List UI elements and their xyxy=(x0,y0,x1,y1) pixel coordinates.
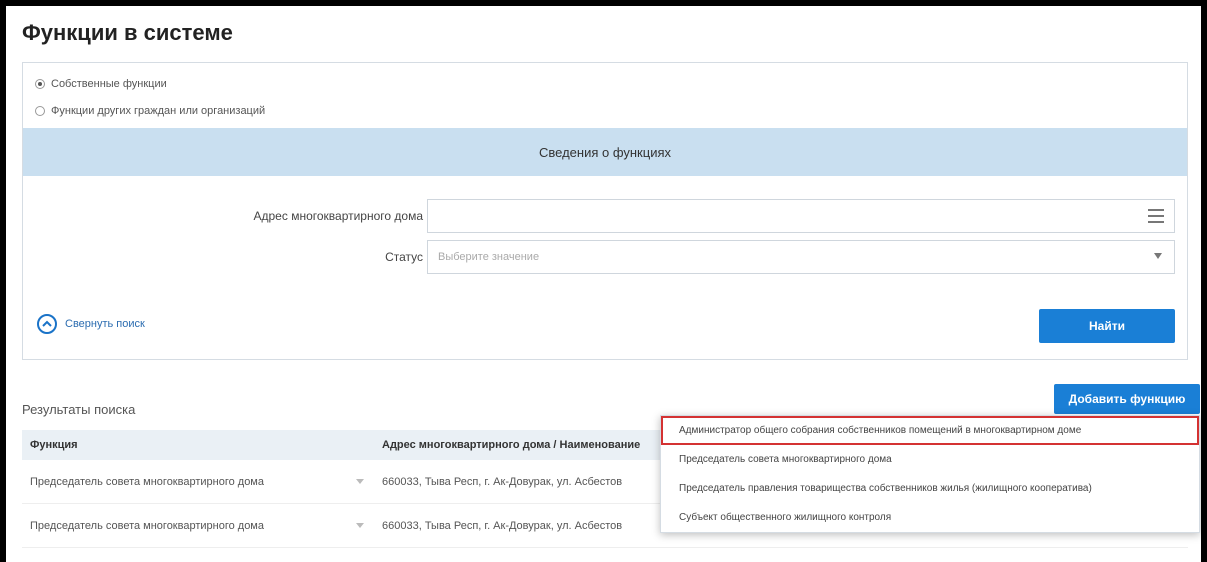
dropdown-item-council-chair[interactable]: Председатель совета многоквартирного дом… xyxy=(661,445,1199,474)
column-header-function[interactable]: Функция xyxy=(22,439,374,451)
chevron-down-icon[interactable] xyxy=(356,478,364,484)
dropdown-item-administrator[interactable]: Администратор общего собрания собственни… xyxy=(661,416,1199,445)
add-function-button[interactable]: Добавить функцию xyxy=(1054,384,1200,414)
section-title: Сведения о функциях xyxy=(538,144,671,160)
status-placeholder: Выберите значение xyxy=(438,251,540,263)
radio-icon[interactable] xyxy=(35,106,45,116)
section-header: Сведения о функциях xyxy=(23,128,1187,176)
radio-other-functions[interactable]: Функции других граждан или организаций xyxy=(35,105,265,117)
results-title: Результаты поиска xyxy=(22,402,136,417)
status-label: Статус xyxy=(385,250,423,264)
add-function-dropdown: Администратор общего собрания собственни… xyxy=(660,415,1200,533)
collapse-up-icon[interactable] xyxy=(37,314,57,334)
dropdown-item-control-subject[interactable]: Субъект общественного жилищного контроля xyxy=(661,503,1199,532)
status-select[interactable]: Выберите значение xyxy=(427,240,1175,274)
cell-function: Председатель совета многоквартирного дом… xyxy=(30,475,264,488)
radio-other-label: Функции других граждан или организаций xyxy=(51,105,266,117)
radio-own-functions[interactable]: Собственные функции xyxy=(35,78,167,90)
list-menu-icon[interactable] xyxy=(1148,209,1164,223)
radio-selected-icon[interactable] xyxy=(35,79,45,89)
find-button[interactable]: Найти xyxy=(1039,309,1175,343)
collapse-label[interactable]: Свернуть поиск xyxy=(65,318,145,330)
address-label: Адрес многоквартирного дома xyxy=(253,209,424,223)
radio-own-label: Собственные функции xyxy=(51,78,167,90)
chevron-down-icon[interactable] xyxy=(356,522,364,528)
page-title: Функции в системе xyxy=(22,20,233,45)
chevron-down-icon xyxy=(1154,253,1162,259)
address-input[interactable] xyxy=(427,199,1175,233)
collapse-search-link[interactable]: Свернуть поиск xyxy=(37,314,145,334)
dropdown-item-hoa-chair[interactable]: Председатель правления товарищества собс… xyxy=(661,474,1199,503)
filter-panel: Собственные функции Функции других гражд… xyxy=(22,62,1188,360)
cell-function: Председатель совета многоквартирного дом… xyxy=(30,519,264,532)
